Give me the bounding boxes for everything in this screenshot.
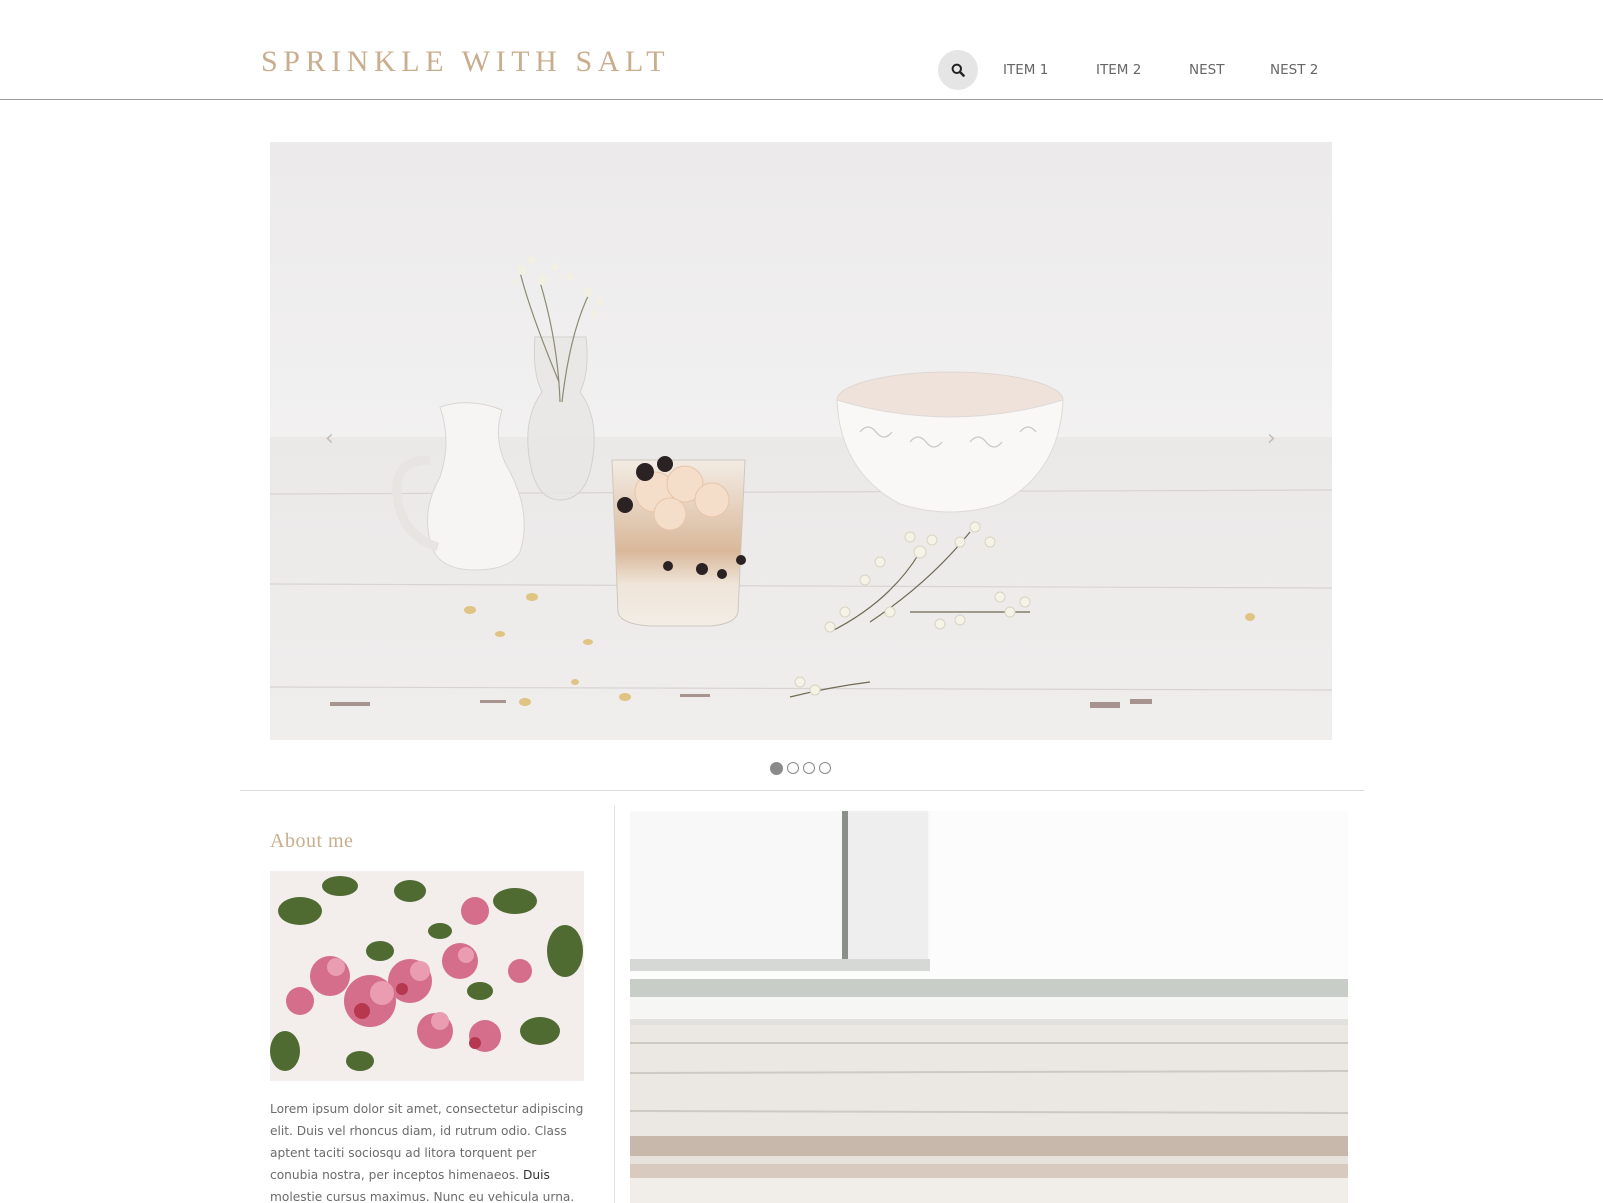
nav-item-2[interactable]: ITEM 2 (1096, 62, 1141, 78)
slider-dot-2[interactable] (787, 762, 799, 774)
page: SPRINKLE WITH SALT ITEM 1 ITEM 2 NEST NE… (0, 0, 1603, 1203)
slider-dot-3[interactable] (803, 762, 815, 774)
slider-next-arrow[interactable]: › (1267, 428, 1276, 450)
window-sill-photo (630, 811, 1348, 1203)
nav-item-nest[interactable]: NEST (1189, 62, 1224, 78)
nav-item-1[interactable]: ITEM 1 (1003, 62, 1048, 78)
about-text-end: molestie cursus maximus. Nunc eu vehicul… (270, 1190, 575, 1203)
site-header: SPRINKLE WITH SALT ITEM 1 ITEM 2 NEST NE… (0, 0, 1603, 100)
hero-slider[interactable] (270, 142, 1332, 740)
section-divider (240, 790, 1364, 791)
nav-item-nest-2[interactable]: NEST 2 (1270, 62, 1318, 78)
about-me-title: About me (270, 830, 354, 852)
slider-prev-arrow[interactable]: ‹ (325, 428, 334, 450)
slider-dot-4[interactable] (819, 762, 831, 774)
about-me-photo (270, 871, 584, 1081)
slider-dot-1[interactable] (770, 762, 783, 775)
search-button[interactable] (938, 50, 978, 90)
column-divider (614, 806, 615, 1203)
search-icon (951, 63, 965, 77)
flower-photo (270, 871, 584, 1081)
slide-image (270, 142, 1332, 740)
slider-pagination (770, 762, 831, 776)
site-title-link[interactable]: SPRINKLE WITH SALT (261, 45, 670, 79)
about-me-text: Lorem ipsum dolor sit amet, consectetur … (270, 1098, 584, 1203)
post-featured-image[interactable] (630, 811, 1348, 1203)
about-text-bold: Duis (522, 1168, 550, 1182)
